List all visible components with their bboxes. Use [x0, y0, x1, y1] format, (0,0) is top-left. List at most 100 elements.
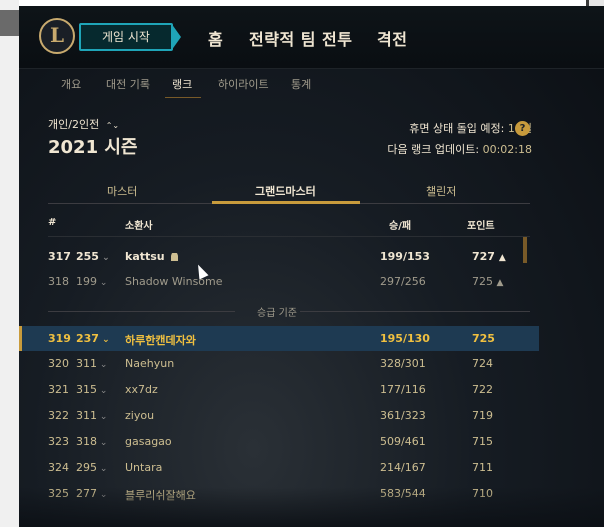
- rank-cell: 320: [48, 357, 69, 370]
- tier-tab-master[interactable]: 마스터: [107, 183, 137, 199]
- summoner-name[interactable]: Untara: [125, 461, 162, 474]
- tier-tab-grandmaster[interactable]: 그랜드마스터: [255, 183, 316, 199]
- profile-subnav: 개요 대전 기록 랭크 하이라이트 통계: [19, 68, 604, 98]
- chevron-down-icon[interactable]: ⌄: [99, 253, 110, 263]
- play-button-arrow-icon[interactable]: [171, 23, 181, 51]
- chevron-down-icon[interactable]: ⌄: [99, 335, 110, 345]
- promotion-divider: 승급 기준: [48, 303, 530, 319]
- desktop-tab: [0, 10, 19, 36]
- summoner-name[interactable]: ziyou: [125, 409, 154, 422]
- summoner-name[interactable]: xx7dz: [125, 383, 158, 396]
- active-tier-indicator: [212, 201, 360, 204]
- promotion-label: 승급 기준: [257, 308, 297, 319]
- summoner-name[interactable]: Shadow Winsome: [125, 275, 223, 288]
- table-row[interactable]: 325 277 ⌄ 블루리쉬잘해요 583/544 710: [19, 481, 539, 506]
- chevron-down-icon[interactable]: ⌄: [97, 464, 108, 474]
- subtab-stats[interactable]: 통계: [291, 76, 311, 92]
- highlight-bar: [19, 326, 22, 351]
- play-button[interactable]: 게임 시작: [79, 23, 173, 51]
- queue-selector[interactable]: 개인/2인전 ⌃⌄: [48, 116, 119, 132]
- rank-cell: 319: [48, 332, 71, 345]
- winloss-cell: 199/153: [380, 250, 430, 263]
- points-cell: 725 ▲: [472, 275, 503, 288]
- prev-rank-cell: 311 ⌄: [76, 357, 107, 370]
- summoner-name[interactable]: gasagao: [125, 435, 172, 448]
- prev-rank-value: 295: [76, 461, 97, 474]
- table-row[interactable]: 317 255 ⌄ kattsu 199/153 727 ▲: [19, 244, 539, 269]
- winloss-cell: 361/323: [380, 409, 426, 422]
- summoner-name[interactable]: kattsu: [125, 250, 178, 263]
- col-points[interactable]: 포인트: [467, 217, 495, 232]
- table-header-divider: [48, 236, 530, 237]
- winloss-cell: 214/167: [380, 461, 426, 474]
- table-row[interactable]: 319 237 ⌄ 하루한캔데자와 195/130 725: [19, 326, 539, 351]
- nav-home[interactable]: 홈: [208, 26, 223, 50]
- points-value: 725: [472, 275, 493, 288]
- subtab-overview[interactable]: 개요: [61, 76, 81, 92]
- summoner-name-text: gasagao: [125, 435, 172, 448]
- col-winloss[interactable]: 승/패: [389, 217, 411, 232]
- help-icon[interactable]: ?: [515, 121, 530, 136]
- points-value: 725: [472, 332, 495, 345]
- subtab-highlights[interactable]: 하이라이트: [218, 76, 269, 92]
- summoner-name[interactable]: 하루한캔데자와: [125, 332, 196, 348]
- winloss-cell: 583/544: [380, 487, 426, 500]
- chevron-down-icon[interactable]: ⌄: [97, 278, 108, 288]
- summoner-name-text: Shadow Winsome: [125, 275, 223, 288]
- chevron-down-icon[interactable]: ⌄: [97, 386, 108, 396]
- self-icon: [170, 253, 178, 261]
- col-summoner[interactable]: 소환사: [125, 217, 153, 232]
- summoner-name-text: 하루한캔데자와: [125, 334, 196, 347]
- points-value: 727: [472, 250, 495, 263]
- scrollbar-thumb[interactable]: [523, 237, 527, 263]
- points-value: 715: [472, 435, 493, 448]
- prev-rank-cell: 295 ⌄: [76, 461, 107, 474]
- tier-tab-challenger[interactable]: 챌린저: [426, 183, 456, 199]
- table-row[interactable]: 322 311 ⌄ ziyou 361/323 719: [19, 403, 539, 428]
- table-row[interactable]: 318 199 ⌄ Shadow Winsome 297/256 725 ▲: [19, 269, 539, 294]
- nav-clash[interactable]: 격전: [377, 26, 407, 50]
- nav-tft[interactable]: 전략적 팀 전투: [249, 26, 352, 50]
- league-client-window: L 게임 시작 홈 전략적 팀 전투 격전 개요 대전 기록 랭크 하이라이트 …: [19, 6, 604, 527]
- table-row[interactable]: 323 318 ⌄ gasagao 509/461 715: [19, 429, 539, 454]
- chevron-down-icon[interactable]: ⌄: [97, 490, 108, 500]
- points-cell: 725: [472, 332, 495, 345]
- summoner-name[interactable]: Naehyun: [125, 357, 174, 370]
- rank-cell: 318: [48, 275, 69, 288]
- promotion-line-right: [300, 311, 530, 312]
- chevron-down-icon[interactable]: ⌄: [97, 412, 108, 422]
- prev-rank-value: 199: [76, 275, 97, 288]
- rank-cell: 322: [48, 409, 69, 422]
- prev-rank-cell: 318 ⌄: [76, 435, 107, 448]
- chevron-down-icon[interactable]: ⌄: [97, 438, 108, 448]
- queue-chevron-icon[interactable]: ⌃⌄: [106, 121, 119, 130]
- rank-cell: 323: [48, 435, 69, 448]
- summoner-name[interactable]: 블루리쉬잘해요: [125, 487, 196, 503]
- points-cell: 710: [472, 487, 493, 500]
- desktop-left-edge: [0, 0, 19, 527]
- rank-update-label: 다음 랭크 업데이트:: [387, 143, 480, 156]
- winloss-cell: 328/301: [380, 357, 426, 370]
- table-row[interactable]: 320 311 ⌄ Naehyun 328/301 724: [19, 351, 539, 376]
- prev-rank-value: 237: [76, 332, 99, 345]
- prev-rank-cell: 311 ⌄: [76, 409, 107, 422]
- rank-cell: 317: [48, 250, 71, 263]
- points-cell: 719: [472, 409, 493, 422]
- subtab-match-history[interactable]: 대전 기록: [106, 76, 150, 92]
- active-subtab-indicator: [165, 97, 201, 98]
- points-cell: 724: [472, 357, 493, 370]
- table-row[interactable]: 324 295 ⌄ Untara 214/167 711: [19, 455, 539, 480]
- table-row[interactable]: 321 315 ⌄ xx7dz 177/116 722: [19, 377, 539, 402]
- winloss-cell: 509/461: [380, 435, 426, 448]
- prev-rank-value: 277: [76, 487, 97, 500]
- league-logo-icon[interactable]: L: [39, 18, 75, 54]
- winloss-cell: 297/256: [380, 275, 426, 288]
- prev-rank-cell: 237 ⌄: [76, 332, 110, 345]
- winloss-cell: 195/130: [380, 332, 430, 345]
- points-cell: 711: [472, 461, 493, 474]
- prev-rank-value: 311: [76, 357, 97, 370]
- subtab-ranked[interactable]: 랭크: [172, 76, 192, 92]
- trend-up-icon: ▲: [498, 253, 506, 263]
- chevron-down-icon[interactable]: ⌄: [97, 360, 108, 370]
- points-cell: 722: [472, 383, 493, 396]
